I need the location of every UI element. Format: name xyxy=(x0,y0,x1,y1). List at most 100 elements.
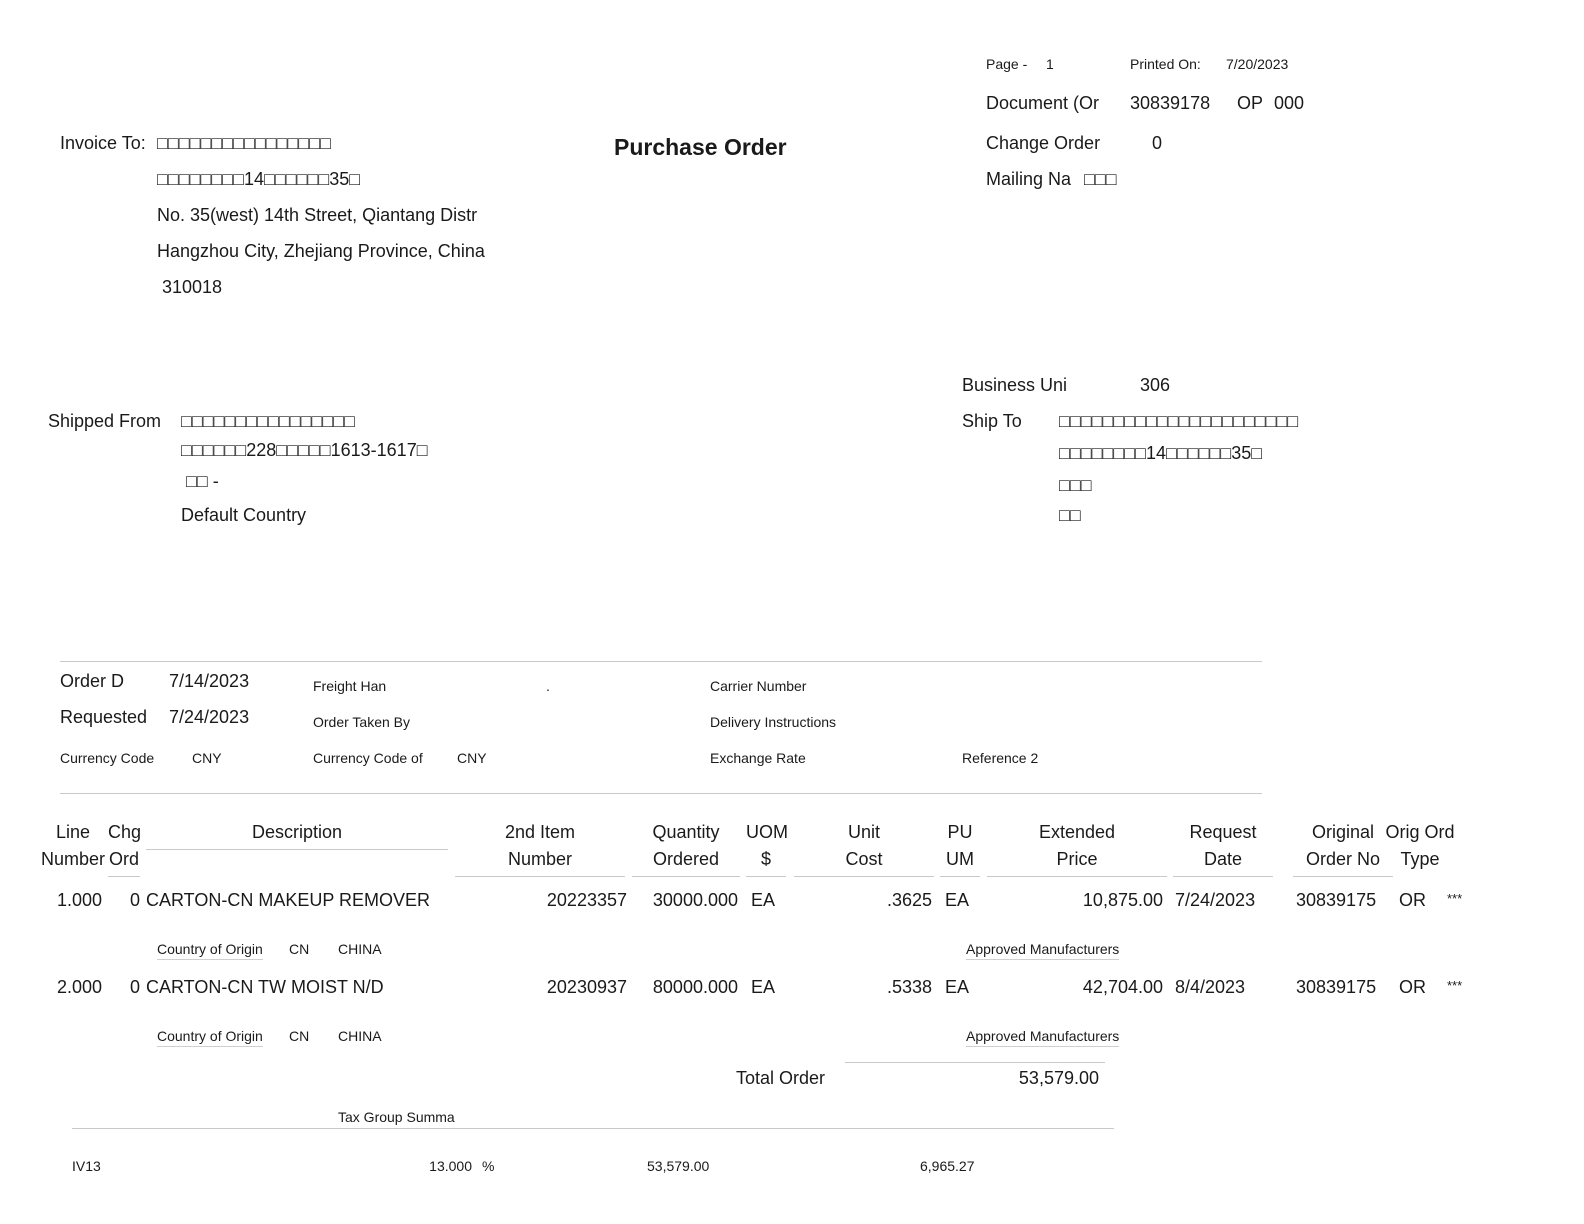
origin-name: CHINA xyxy=(338,941,382,957)
requested-label: Requested xyxy=(60,707,148,727)
header-text: Line xyxy=(55,822,91,842)
page-number: 1 xyxy=(1046,56,1054,72)
total-order-value: 53,579.00 xyxy=(1018,1068,1099,1088)
column-header-request-date: Request Date xyxy=(1173,819,1273,877)
header-text: Unit xyxy=(847,822,880,842)
requested-date-value: 7/24/2023 xyxy=(169,707,250,727)
ship-to-label: Ship To xyxy=(962,411,1022,431)
invoice-to-line: Hangzhou City, Zhejiang Province, China xyxy=(157,241,485,261)
column-header-extended: Extended Price xyxy=(987,819,1167,877)
header-text: Type xyxy=(1400,849,1440,869)
approved-manufacturers-label: Approved Manufacturers xyxy=(966,1028,1120,1047)
header-text: Extended xyxy=(1038,822,1116,842)
change-order-value: 0 xyxy=(1152,133,1163,153)
header-text: $ xyxy=(760,849,771,869)
header-text: Quantity xyxy=(652,822,720,842)
header-text: Original xyxy=(1311,822,1375,842)
total-order-label: Total Order xyxy=(736,1068,826,1088)
invoice-to-line: No. 35(west) 14th Street, Qiantang Distr xyxy=(157,205,478,225)
change-order-label: Change Order xyxy=(986,133,1101,153)
header-text: Request xyxy=(1189,822,1257,842)
tax-amount: 6,965.27 xyxy=(920,1158,975,1174)
description-cell: CARTON-CN MAKEUP REMOVER xyxy=(146,890,431,910)
invoice-to-line: □□□□□□□□14□□□□□□35□ xyxy=(157,169,361,189)
origin-name: CHINA xyxy=(338,1028,382,1044)
invoice-to-label: Invoice To: xyxy=(60,133,146,153)
column-header-order-type: Orig Ord Type xyxy=(1380,819,1460,873)
page-label: Page - xyxy=(986,56,1028,72)
item-number-cell: 20223357 xyxy=(546,890,627,910)
line-number: 2.000 xyxy=(56,977,102,997)
original-order-cell: 30839175 xyxy=(1296,977,1377,997)
column-header-line: Line Number xyxy=(38,819,108,873)
mailing-label: Mailing Na xyxy=(986,169,1072,189)
change-order-cell: 0 xyxy=(129,977,140,997)
extended-price-cell: 42,704.00 xyxy=(1082,977,1163,997)
exchange-rate-label: Exchange Rate xyxy=(710,750,806,766)
item-number-cell: 20230937 xyxy=(546,977,627,997)
header-text: 2nd Item xyxy=(504,822,576,842)
request-date-cell: 7/24/2023 xyxy=(1175,890,1256,910)
header-text: Chg xyxy=(108,822,142,842)
ship-to-line: □□□□□□□□□□□□□□□□□□□□□□ xyxy=(1059,411,1299,431)
divider xyxy=(60,793,1262,794)
currency-code-value: CNY xyxy=(192,750,222,766)
header-text: UM xyxy=(946,849,974,869)
uom-cell: EA xyxy=(751,977,776,997)
description-cell: CARTON-CN TW MOIST N/D xyxy=(146,977,384,997)
tax-percent: % xyxy=(482,1158,495,1174)
printed-on-label: Printed On: xyxy=(1130,56,1201,72)
column-header-item: 2nd Item Number xyxy=(455,819,625,877)
column-header-uom: UOM $ xyxy=(746,819,788,877)
country-of-origin-label: Country of Origin xyxy=(157,1028,263,1047)
currency-code-label: Currency Code xyxy=(60,750,155,766)
column-header-pu: PU UM xyxy=(940,819,980,877)
divider xyxy=(72,1128,1114,1129)
origin-code: CN xyxy=(289,941,310,957)
unit-cost-cell: .5338 xyxy=(886,977,932,997)
column-header-quantity: Quantity Ordered xyxy=(632,819,740,877)
business-unit-value: 306 xyxy=(1140,375,1171,395)
tax-code: IV13 xyxy=(72,1158,101,1174)
country-of-origin-label: Country of Origin xyxy=(157,941,263,960)
request-date-cell: 8/4/2023 xyxy=(1175,977,1246,997)
taxable-amount: 53,579.00 xyxy=(647,1158,710,1174)
currency-code-of-value: CNY xyxy=(457,750,487,766)
pu-cell: EA xyxy=(945,890,970,910)
line-number: 1.000 xyxy=(56,890,102,910)
header-text: PU xyxy=(947,822,973,842)
shipped-from-line: □□□□□□228□□□□□1613-1617□ xyxy=(181,440,428,460)
origin-code: CN xyxy=(289,1028,310,1044)
document-number: 30839178 xyxy=(1130,93,1211,113)
shipped-from-label: Shipped From xyxy=(48,411,162,431)
order-taken-label: Order Taken By xyxy=(313,714,411,730)
uom-cell: EA xyxy=(751,890,776,910)
column-header-description: Description xyxy=(146,819,448,850)
quantity-cell: 80000.000 xyxy=(652,977,738,997)
flag-cell: *** xyxy=(1447,891,1463,906)
header-text: Description xyxy=(251,822,343,842)
document-type: OP xyxy=(1237,93,1264,113)
tax-rate: 13.000 xyxy=(429,1158,472,1174)
flag-cell: *** xyxy=(1447,978,1463,993)
column-header-unit-cost: Unit Cost xyxy=(794,819,934,877)
mailing-value: □□□ xyxy=(1084,169,1117,189)
approved-manufacturers-label: Approved Manufacturers xyxy=(966,941,1120,960)
divider xyxy=(60,661,1262,662)
printed-on-date: 7/20/2023 xyxy=(1226,56,1289,72)
header-text: Order No xyxy=(1305,849,1381,869)
document-label: Document (Or xyxy=(986,93,1100,113)
invoice-to-line: 310018 xyxy=(162,277,223,297)
original-order-cell: 30839175 xyxy=(1296,890,1377,910)
header-text: Price xyxy=(1056,849,1098,869)
order-date-value: 7/14/2023 xyxy=(169,671,250,691)
header-text: Date xyxy=(1203,849,1243,869)
column-header-chg: Chg Ord xyxy=(108,819,142,877)
order-type-cell: OR xyxy=(1399,977,1426,997)
business-unit-label: Business Uni xyxy=(962,375,1068,395)
unit-cost-cell: .3625 xyxy=(886,890,932,910)
order-type-cell: OR xyxy=(1399,890,1426,910)
shipped-from-line: □□□□□□□□□□□□□□□□ xyxy=(181,411,355,431)
freight-label: Freight Han xyxy=(313,678,387,694)
ship-to-line: □□□□□□□□14□□□□□□35□ xyxy=(1059,443,1263,463)
